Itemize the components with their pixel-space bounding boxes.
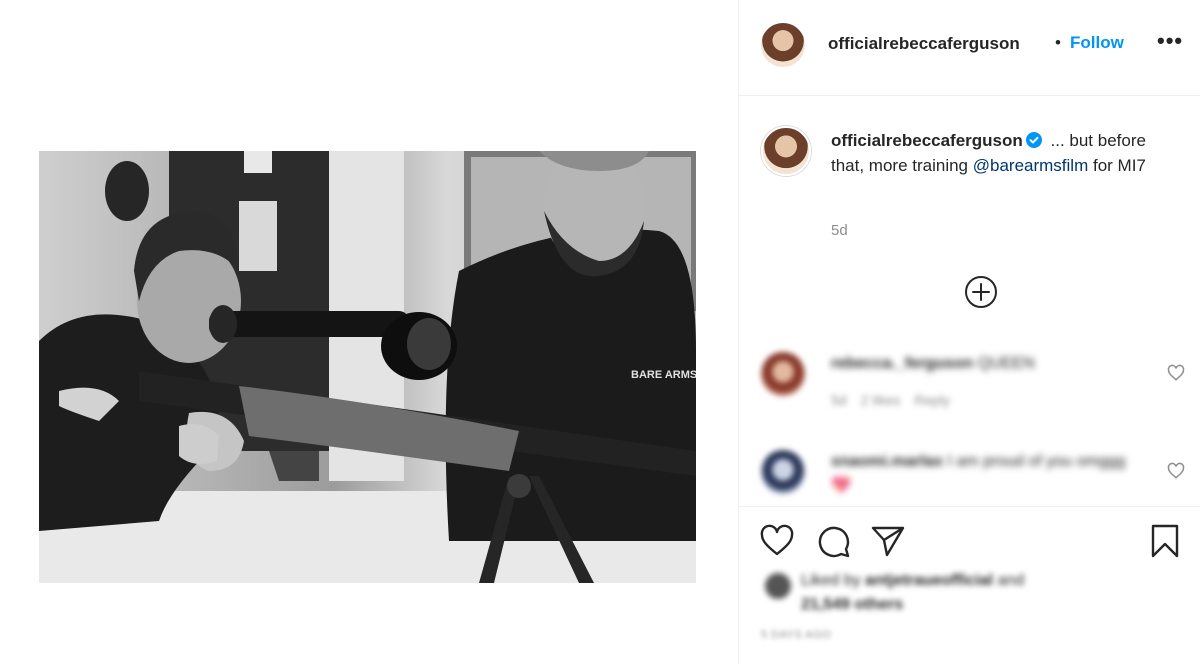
comment-heart-icon[interactable] bbox=[1167, 364, 1185, 382]
header-separator: • bbox=[1055, 33, 1061, 52]
comment-time: 5d bbox=[831, 392, 847, 408]
post-photo-illustration: BARE ARMS bbox=[39, 151, 696, 583]
comment-text: xnaomi.marlax I am proud of you omggg 💖 bbox=[831, 450, 1141, 498]
comment-icon[interactable] bbox=[816, 523, 852, 559]
heart-icon[interactable] bbox=[759, 523, 795, 559]
comment-item: rebecca._ferguson QUEEN 5d 2 likes Reply bbox=[739, 352, 1200, 442]
caption-mention-link[interactable]: @barearmsfilm bbox=[973, 156, 1089, 175]
liked-by-user[interactable]: antjetraueofficial bbox=[865, 572, 993, 589]
commenter-avatar[interactable] bbox=[761, 352, 805, 396]
post-actions: Liked by antjetraueofficial and 21,549 ot… bbox=[739, 506, 1200, 664]
shirt-logo-text: BARE ARMS bbox=[631, 369, 696, 381]
media-pane: BARE ARMS bbox=[0, 0, 738, 664]
post-header: officialrebeccaferguson • Follow ••• bbox=[739, 0, 1200, 96]
post-sidebar: officialrebeccaferguson • Follow ••• off… bbox=[738, 0, 1200, 664]
bookmark-icon[interactable] bbox=[1147, 523, 1183, 559]
caption-avatar[interactable] bbox=[761, 126, 811, 176]
comment-likes[interactable]: 2 likes bbox=[861, 392, 901, 408]
comment-body: QUEEN bbox=[973, 355, 1035, 372]
comment-text: rebecca._ferguson QUEEN bbox=[831, 352, 1141, 376]
commenter-avatar[interactable] bbox=[761, 450, 805, 494]
share-icon[interactable] bbox=[870, 523, 906, 559]
comment-meta: 5d 2 likes Reply bbox=[831, 392, 964, 408]
commenter-username[interactable]: rebecca._ferguson bbox=[831, 355, 973, 372]
author-avatar[interactable] bbox=[761, 23, 805, 67]
liker-avatar bbox=[765, 573, 791, 599]
comment-heart-icon[interactable] bbox=[1167, 462, 1185, 480]
post-photo[interactable]: BARE ARMS bbox=[39, 151, 696, 583]
commenter-username[interactable]: xnaomi.marlax bbox=[831, 453, 943, 470]
liked-by-and: and bbox=[993, 572, 1025, 589]
caption-body-end: for MI7 bbox=[1088, 156, 1146, 175]
post-date[interactable]: 5 DAYS AGO bbox=[761, 629, 831, 641]
caption-username[interactable]: officialrebeccaferguson bbox=[831, 131, 1023, 150]
likes-summary[interactable]: Liked by antjetraueofficial and 21,549 ot… bbox=[761, 569, 1181, 613]
verified-badge-icon bbox=[1025, 132, 1042, 148]
load-more-comments-icon[interactable] bbox=[964, 275, 998, 309]
likes-text: Liked by antjetraueofficial and 21,549 ot… bbox=[801, 569, 1131, 617]
comment-reply-button[interactable]: Reply bbox=[914, 392, 950, 408]
follow-button[interactable]: Follow bbox=[1070, 33, 1124, 53]
liked-by-prefix: Liked by bbox=[801, 572, 866, 589]
liked-by-others[interactable]: 21,549 others bbox=[801, 596, 903, 613]
author-username[interactable]: officialrebeccaferguson bbox=[828, 34, 1020, 54]
caption-text: officialrebeccaferguson ... but before t… bbox=[831, 128, 1161, 178]
caption-timestamp[interactable]: 5d bbox=[831, 222, 848, 239]
more-options-icon[interactable]: ••• bbox=[1157, 28, 1183, 54]
